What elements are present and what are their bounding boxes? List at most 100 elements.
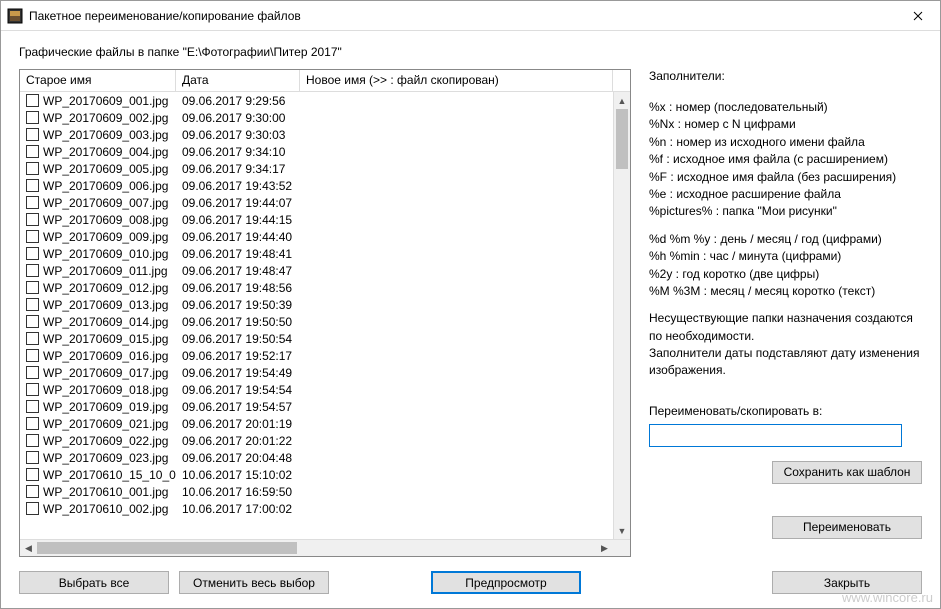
placeholder-line: %pictures% : папка "Мои рисунки" [649,203,922,220]
close-button[interactable] [895,1,940,31]
folder-path-label: Графические файлы в папке "E:\Фотографии… [19,45,922,59]
checkbox-icon[interactable] [26,230,39,243]
file-name: WP_20170609_006.jpg [43,179,168,193]
scroll-left-arrow-icon[interactable]: ◀ [20,540,37,557]
checkbox-icon[interactable] [26,298,39,311]
table-row[interactable]: WP_20170609_002.jpg09.06.2017 9:30:00 [20,109,613,126]
rename-pattern-input[interactable] [649,424,902,447]
checkbox-icon[interactable] [26,485,39,498]
checkbox-icon[interactable] [26,451,39,464]
checkbox-icon[interactable] [26,349,39,362]
checkbox-icon[interactable] [26,332,39,345]
table-row[interactable]: WP_20170609_006.jpg09.06.2017 19:43:52 [20,177,613,194]
file-date: 09.06.2017 9:29:56 [176,94,300,108]
table-row[interactable]: WP_20170609_015.jpg 09.06.2017 19:50:54 [20,330,613,347]
checkbox-icon[interactable] [26,468,39,481]
checkbox-icon[interactable] [26,94,39,107]
file-name: WP_20170609_023.jpg [43,451,168,465]
scroll-right-arrow-icon[interactable]: ▶ [596,540,613,557]
file-name: WP_20170609_019.jpg [43,400,168,414]
preview-button[interactable]: Предпросмотр [431,571,581,594]
table-row[interactable]: WP_20170609_016.jpg09.06.2017 19:52:17 [20,347,613,364]
file-table[interactable]: Старое имя Дата Новое имя (>> : файл ско… [19,69,631,557]
column-header-newname[interactable]: Новое имя (>> : файл скопирован) [300,70,613,91]
scroll-down-arrow-icon[interactable]: ▼ [614,522,630,539]
placeholders-list-2: %d %m %y : день / месяц / год (цифрами)%… [649,231,922,301]
checkbox-icon[interactable] [26,179,39,192]
file-name: WP_20170609_002.jpg [43,111,168,125]
save-template-button[interactable]: Сохранить как шаблон [772,461,922,484]
file-date: 09.06.2017 9:30:03 [176,128,300,142]
checkbox-icon[interactable] [26,383,39,396]
table-row[interactable]: WP_20170609_012.jpg09.06.2017 19:48:56 [20,279,613,296]
table-row[interactable]: WP_20170609_007.jpg09.06.2017 19:44:07 [20,194,613,211]
column-header-date[interactable]: Дата [176,70,300,91]
checkbox-icon[interactable] [26,196,39,209]
table-row[interactable]: WP_20170609_009.jpg 09.06.2017 19:44:40 [20,228,613,245]
checkbox-icon[interactable] [26,366,39,379]
file-name: WP_20170609_015.jpg [43,332,168,346]
checkbox-icon[interactable] [26,128,39,141]
file-date: 09.06.2017 19:44:40 [176,230,300,244]
checkbox-icon[interactable] [26,162,39,175]
checkbox-icon[interactable] [26,213,39,226]
table-row[interactable]: WP_20170609_013.jpg09.06.2017 19:50:39 [20,296,613,313]
deselect-all-button[interactable]: Отменить весь выбор [179,571,329,594]
file-name: WP_20170609_018.jpg [43,383,168,397]
scroll-up-arrow-icon[interactable]: ▲ [614,92,630,109]
table-row[interactable]: WP_20170609_010.jpg09.06.2017 19:48:41 [20,245,613,262]
placeholder-line: %e : исходное расширение файла [649,186,922,203]
file-name: WP_20170609_017.jpg [43,366,168,380]
rename-button[interactable]: Переименовать [772,516,922,539]
table-row[interactable]: WP_20170609_014.jpg09.06.2017 19:50:50 [20,313,613,330]
table-row[interactable]: WP_20170609_017.jpg09.06.2017 19:54:49 [20,364,613,381]
table-row[interactable]: WP_20170609_018.jpg09.06.2017 19:54:54 [20,381,613,398]
table-row[interactable]: WP_20170609_008.jpg09.06.2017 19:44:15 [20,211,613,228]
table-row[interactable]: WP_20170609_004.jpg09.06.2017 9:34:10 [20,143,613,160]
checkbox-icon[interactable] [26,111,39,124]
column-header-oldname[interactable]: Старое имя [20,70,176,91]
table-row[interactable]: WP_20170609_023.jpg09.06.2017 20:04:48 [20,449,613,466]
checkbox-icon[interactable] [26,400,39,413]
table-row[interactable]: WP_20170609_021.jpg09.06.2017 20:01:19 [20,415,613,432]
file-name: WP_20170609_014.jpg [43,315,168,329]
scrollbar-thumb[interactable] [616,109,628,169]
checkbox-icon[interactable] [26,417,39,430]
placeholder-line: %M %3M : месяц / месяц коротко (текст) [649,283,922,300]
close-dialog-button[interactable]: Закрыть [772,571,922,594]
file-name: WP_20170609_021.jpg [43,417,168,431]
table-row[interactable]: WP_20170609_022.jpg 09.06.2017 20:01:22 [20,432,613,449]
file-name: WP_20170609_001.jpg [43,94,168,108]
table-row[interactable]: WP_20170610_001.jpg10.06.2017 16:59:50 [20,483,613,500]
file-date: 09.06.2017 20:01:22 [176,434,300,448]
placeholders-header: Заполнители: [649,69,922,83]
vertical-scrollbar[interactable]: ▲ ▼ [613,92,630,539]
horizontal-scrollbar[interactable]: ◀ ▶ [20,540,613,556]
checkbox-icon[interactable] [26,247,39,260]
file-name: WP_20170609_009.jpg [43,230,168,244]
file-date: 09.06.2017 19:50:54 [176,332,300,346]
table-row[interactable]: WP_20170610_002.jpg10.06.2017 17:00:02 [20,500,613,517]
table-row[interactable]: WP_20170610_15_10_02...10.06.2017 15:10:… [20,466,613,483]
file-date: 09.06.2017 19:48:47 [176,264,300,278]
file-name: WP_20170609_022.jpg [43,434,168,448]
placeholders-list-1: %x : номер (последовательный)%Nx : номер… [649,99,922,221]
table-row[interactable]: WP_20170609_019.jpg09.06.2017 19:54:57 [20,398,613,415]
checkbox-icon[interactable] [26,145,39,158]
file-name: WP_20170609_004.jpg [43,145,168,159]
checkbox-icon[interactable] [26,315,39,328]
table-row[interactable]: WP_20170609_003.jpg09.06.2017 9:30:03 [20,126,613,143]
checkbox-icon[interactable] [26,281,39,294]
file-name: WP_20170609_005.jpg [43,162,168,176]
window-title: Пакетное переименование/копирование файл… [29,9,895,23]
checkbox-icon[interactable] [26,264,39,277]
checkbox-icon[interactable] [26,502,39,515]
file-name: WP_20170609_010.jpg [43,247,168,261]
select-all-button[interactable]: Выбрать все [19,571,169,594]
file-date: 10.06.2017 17:00:02 [176,502,300,516]
scrollbar-thumb-h[interactable] [37,542,297,554]
table-row[interactable]: WP_20170609_001.jpg 09.06.2017 9:29:56 [20,92,613,109]
table-row[interactable]: WP_20170609_011.jpg09.06.2017 19:48:47 [20,262,613,279]
checkbox-icon[interactable] [26,434,39,447]
table-row[interactable]: WP_20170609_005.jpg09.06.2017 9:34:17 [20,160,613,177]
